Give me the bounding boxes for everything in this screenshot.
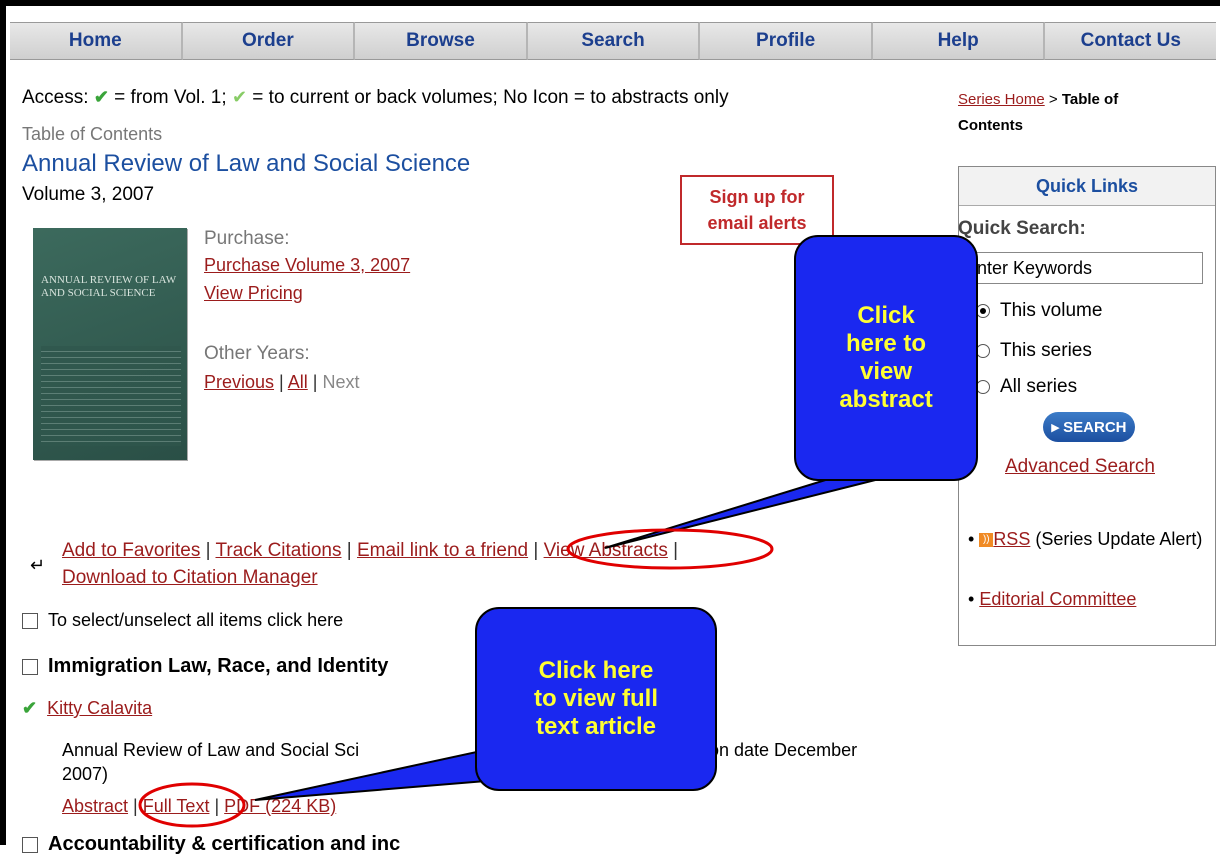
next-label: Next — [322, 372, 360, 392]
separator: | — [312, 372, 318, 392]
email-alerts-signup-button[interactable]: Sign up for email alerts — [680, 175, 834, 245]
radio-button[interactable] — [976, 380, 990, 394]
full-text-link[interactable]: Full Text — [143, 796, 210, 816]
add-to-favorites-link[interactable]: Add to Favorites — [62, 540, 200, 561]
rss-link[interactable]: RSS — [993, 529, 1030, 549]
callout-line: view — [859, 358, 913, 385]
main-nav: Home Order Browse Search Profile Help Co… — [10, 22, 1217, 60]
track-citations-link[interactable]: Track Citations — [216, 540, 342, 561]
separator: | — [528, 540, 544, 561]
search-button[interactable]: ▸ SEARCH — [1043, 412, 1135, 442]
select-all-checkbox[interactable] — [22, 612, 38, 629]
citation-text: Annual Review of Law and Social Sci — [62, 740, 360, 760]
previous-link[interactable]: Previous — [204, 372, 274, 392]
rss-description: (Series Update Alert) — [1030, 529, 1203, 549]
separator: | — [667, 540, 679, 561]
radio-button-selected[interactable] — [976, 304, 990, 318]
callout-line: abstract — [839, 386, 933, 413]
nav-profile[interactable]: Profile — [700, 22, 873, 60]
separator: | — [214, 796, 220, 816]
citation-year: 2007) — [62, 764, 109, 784]
access-legend: Access: ✔ = from Vol. 1; ✔ = to current … — [22, 87, 729, 109]
view-abstracts-link[interactable]: View Abstracts — [544, 540, 668, 561]
radio-label: This series — [1000, 340, 1092, 361]
signup-line-1: Sign up for — [709, 187, 805, 207]
callout-line: Click — [857, 302, 915, 329]
window-left-border — [0, 0, 6, 845]
select-all-row: To select/unselect all items click here — [22, 610, 343, 631]
cover-contributors-lines — [41, 346, 181, 446]
all-years-link[interactable]: All — [288, 372, 308, 392]
full-access-check-icon: ✔ — [22, 698, 38, 718]
nav-search[interactable]: Search — [527, 22, 701, 60]
full-text-callout: Click here to view full text article — [475, 607, 717, 791]
select-all-label: To select/unselect all items click here — [48, 610, 344, 630]
series-home-link[interactable]: Series Home — [958, 91, 1045, 108]
cover-title-text: ANNUAL REVIEW OF LAW AND SOCIAL SCIENCE — [41, 274, 176, 299]
separator: | — [133, 796, 138, 816]
abstract-callout-tail — [604, 469, 916, 549]
article-links: Abstract | Full Text | PDF (224 KB) — [62, 796, 336, 817]
separator: | — [200, 540, 216, 561]
other-years-links: Previous | All | Next — [204, 372, 360, 393]
radio-all-series[interactable]: All series — [976, 376, 1077, 398]
pdf-link[interactable]: PDF (224 KB) — [224, 796, 336, 816]
radio-button[interactable] — [976, 344, 990, 358]
abstract-link[interactable]: Abstract — [62, 796, 128, 816]
article-title-row: Immigration Law, Race, and Identity — [22, 655, 388, 678]
series-title: Annual Review of Law and Social Science — [22, 150, 471, 177]
editorial-committee-link[interactable]: Editorial Committee — [979, 589, 1136, 609]
quick-links-heading: Quick Links — [959, 167, 1215, 206]
breadcrumb-current: Table of — [1061, 91, 1119, 108]
callout-line: here to — [845, 330, 926, 357]
tools-row: Add to Favorites | Track Citations | Ema… — [62, 540, 678, 562]
return-arrow-icon: ↵ — [30, 555, 46, 575]
access-text-1: = from Vol. 1; — [108, 87, 232, 108]
callout-line: Click here — [538, 657, 654, 684]
separator: | — [341, 540, 357, 561]
volume-cover-image: ANNUAL REVIEW OF LAW AND SOCIAL SCIENCE — [33, 228, 187, 460]
toc-label: Table of Contents — [22, 124, 163, 144]
rss-item: • )) RSS (Series Update Alert) — [968, 529, 1203, 549]
article-checkbox[interactable] — [22, 658, 38, 675]
radio-label: This volume — [1000, 300, 1103, 321]
radio-label: All series — [1000, 376, 1078, 397]
article-title: Immigration Law, Race, and Identity — [48, 655, 389, 677]
nav-help[interactable]: Help — [872, 22, 1046, 60]
quick-search-label: Quick Search: — [958, 218, 1086, 239]
breadcrumb-separator: > — [1044, 91, 1062, 108]
rss-icon: )) — [979, 533, 994, 548]
nav-home[interactable]: Home — [10, 22, 183, 60]
view-pricing-link[interactable]: View Pricing — [204, 283, 303, 303]
quick-search-input[interactable] — [958, 252, 1203, 284]
window-top-border — [0, 0, 1220, 6]
separator: | — [279, 372, 284, 392]
advanced-search-link[interactable]: Advanced Search — [1005, 456, 1155, 477]
citation-text-tail: tion date December — [700, 740, 858, 760]
editorial-item: • Editorial Committee — [968, 589, 1137, 609]
other-years-heading: Other Years: — [204, 343, 310, 364]
purchase-volume-link[interactable]: Purchase Volume 3, 2007 — [204, 255, 410, 275]
purchase-heading: Purchase: — [204, 228, 290, 249]
partial-access-check-icon: ✔ — [231, 87, 248, 107]
nav-contact-us[interactable]: Contact Us — [1045, 22, 1217, 60]
nav-order[interactable]: Order — [182, 22, 356, 60]
nav-browse[interactable]: Browse — [355, 22, 528, 60]
full-access-check-icon: ✔ — [93, 87, 109, 107]
radio-this-volume[interactable]: This volume — [976, 300, 1102, 322]
abstract-callout: Click here to view abstract — [794, 235, 978, 481]
author-link[interactable]: Kitty Calavita — [47, 698, 152, 719]
download-citation-manager-link[interactable]: Download to Citation Manager — [62, 567, 318, 588]
author-row: ✔ Kitty Calavita — [22, 698, 152, 719]
access-text-2: = to current or back volumes; No Icon = … — [247, 87, 729, 108]
callout-line: to view full — [533, 685, 658, 712]
callout-line: text article — [535, 713, 657, 740]
radio-this-series[interactable]: This series — [976, 340, 1092, 362]
volume-label: Volume 3, 2007 — [22, 184, 155, 205]
breadcrumb: Series Home > Table of Contents — [958, 87, 1118, 139]
access-prefix: Access: — [22, 87, 89, 108]
signup-line-2: email alerts — [707, 213, 807, 233]
breadcrumb-current-2: Contents — [958, 117, 1023, 134]
email-link-to-friend-link[interactable]: Email link to a friend — [357, 540, 528, 561]
